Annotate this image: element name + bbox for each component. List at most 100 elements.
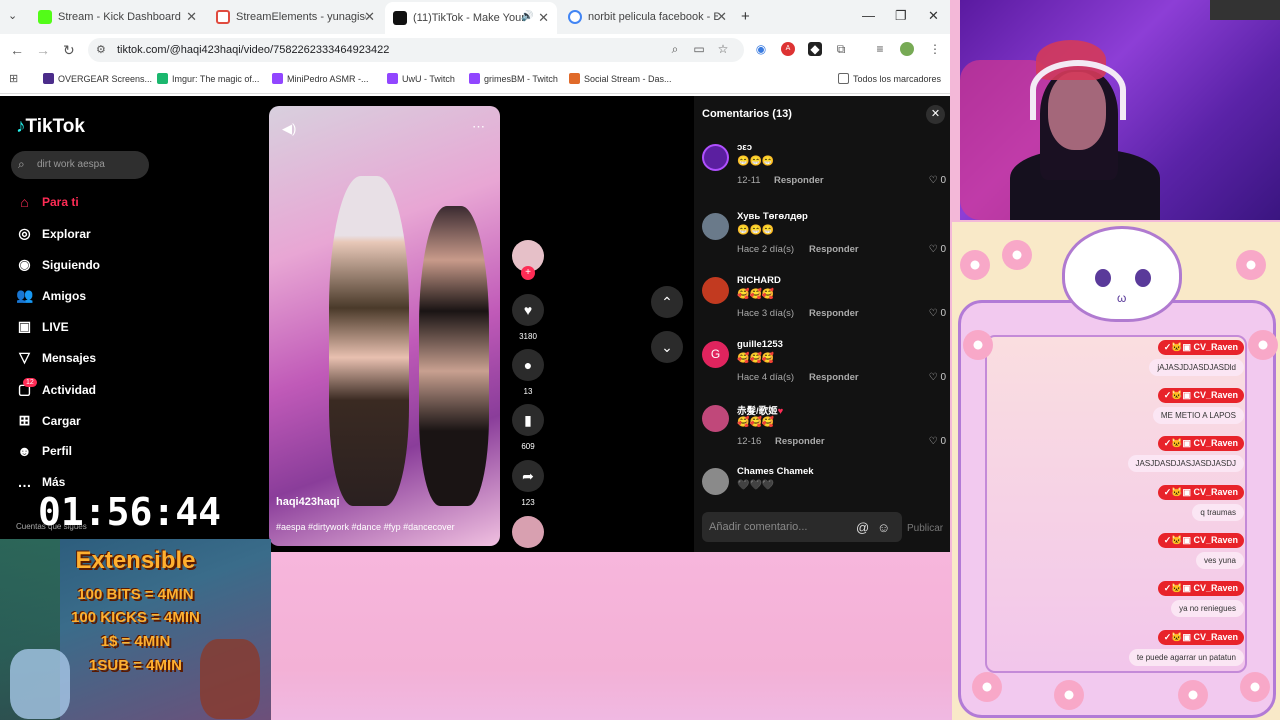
new-tab-button[interactable]: +	[741, 8, 750, 25]
nav-perfil[interactable]: ☻ Perfil	[16, 443, 72, 459]
video-player[interactable]	[269, 106, 500, 546]
upload-icon: ⊞	[18, 412, 31, 428]
close-window-button[interactable]: ✕	[928, 8, 939, 24]
chat-message: ✓🐱▣ CV_Raven ya no reniegues	[1157, 578, 1244, 617]
like-comment-button[interactable]: ♡ 0	[929, 372, 946, 383]
close-icon[interactable]: ✕	[926, 105, 945, 124]
avatar[interactable]	[702, 213, 729, 240]
search-placeholder: dirt work aespa	[37, 159, 105, 170]
nav-para-ti[interactable]: ⌂ Para ti	[16, 194, 78, 210]
extension-icon[interactable]: ◆	[808, 42, 822, 56]
video-more-icon[interactable]: ⋯	[472, 119, 485, 135]
sound-avatar[interactable]	[512, 516, 544, 548]
nav-siguiendo[interactable]: ◉ Siguiendo	[16, 256, 100, 273]
menu-icon[interactable]: ⋮	[928, 42, 942, 56]
flower-decoration	[1178, 680, 1208, 710]
comment-item: ɔεɔ 😁😁😁 12-11 Responder ♡ 0	[702, 142, 946, 204]
tab-tiktok[interactable]: (11)TikTok - Make Your Day 🔊 ✕	[385, 2, 557, 34]
tab-google[interactable]: norbit pelicula facebook - Busc ✕	[560, 4, 735, 30]
forward-icon[interactable]: →	[36, 42, 50, 58]
like-comment-button[interactable]: ♡ 0	[929, 244, 946, 255]
mention-icon[interactable]: @	[856, 520, 869, 535]
stream-timer: 01:56:44	[38, 490, 222, 534]
chat-message: ✓🐱▣ CV_Raven ME METIO A LAPOS	[1152, 385, 1244, 424]
chat-message: ✓🐱▣ CV_Raven q traumas	[1157, 482, 1244, 521]
site-info-icon[interactable]: ⚙	[96, 43, 106, 56]
reply-button[interactable]: Responder	[809, 244, 859, 255]
reload-icon[interactable]: ↻	[63, 42, 75, 59]
follow-icon: +	[521, 266, 535, 280]
avatar[interactable]	[900, 42, 914, 56]
flower-decoration	[1002, 240, 1032, 270]
reply-button[interactable]: Responder	[774, 175, 824, 186]
tab-kick[interactable]: Stream - Kick Dashboard ✕	[30, 4, 205, 30]
comment-button[interactable]: ● 13	[512, 349, 544, 396]
comment-icon: ●	[512, 349, 544, 381]
nav-explorar[interactable]: ◎ Explorar	[16, 225, 90, 242]
nav-mensajes[interactable]: ▽ Mensajes	[16, 349, 96, 366]
video-author[interactable]: haqi423haqi	[276, 496, 340, 508]
extension-audio-icon[interactable]: ◉	[754, 42, 768, 56]
like-button[interactable]: ♥ 3180	[512, 294, 544, 341]
headphones	[1030, 60, 1126, 120]
apps-icon[interactable]: ⊞	[9, 72, 18, 85]
like-comment-button[interactable]: ♡ 0	[929, 436, 946, 447]
bookmark[interactable]: OVERGEAR Screens...	[43, 73, 152, 84]
nav-amigos[interactable]: 👥 Amigos	[16, 287, 86, 304]
reply-button[interactable]: Responder	[809, 372, 859, 383]
media-icon[interactable]: ≡	[873, 42, 887, 56]
avatar[interactable]: G	[702, 341, 729, 368]
bookmark[interactable]: MiniPedro ASMR -...	[272, 73, 369, 84]
star-icon[interactable]: ☆	[716, 42, 730, 56]
close-icon[interactable]: ✕	[186, 9, 197, 25]
close-icon[interactable]: ✕	[538, 10, 549, 26]
close-icon[interactable]: ✕	[364, 9, 375, 25]
like-comment-button[interactable]: ♡ 0	[929, 308, 946, 319]
comment-item: Хувь Төгөлдөр 😁😁😁 Hace 2 día(s) Responde…	[702, 211, 946, 273]
nav-cargar[interactable]: ⊞ Cargar	[16, 412, 81, 429]
video-hashtags[interactable]: #aespa #dirtywork #dance #fyp #dancecove…	[276, 522, 455, 532]
url-text[interactable]: tiktok.com/@haqi423haqi/video/7582262333…	[117, 44, 389, 56]
publish-button[interactable]: Publicar	[907, 523, 943, 534]
zoom-icon[interactable]: ⌕	[668, 42, 682, 56]
emoji-icon[interactable]: ☺	[877, 520, 890, 535]
bookmark-icon: ▮	[512, 404, 544, 436]
avatar[interactable]	[702, 277, 729, 304]
all-bookmarks[interactable]: Todos los marcadores	[838, 73, 941, 84]
heart-icon: ♡	[928, 436, 938, 447]
chat-username: ✓🐱▣ CV_Raven	[1157, 340, 1244, 355]
nav-mas[interactable]: … Más	[16, 474, 66, 490]
home-icon: ⌂	[20, 194, 29, 210]
author-avatar-button[interactable]: +	[512, 240, 544, 280]
next-video-button[interactable]: ⌄	[651, 331, 683, 363]
bookmark[interactable]: UwU - Twitch	[387, 73, 455, 84]
like-comment-button[interactable]: ♡ 0	[929, 175, 946, 186]
avatar[interactable]	[702, 144, 729, 171]
chat-username: ✓🐱▣ CV_Raven	[1157, 388, 1244, 403]
reply-button[interactable]: Responder	[809, 308, 859, 319]
tab-search-icon[interactable]: ⌄	[8, 9, 17, 22]
tab-streamelements[interactable]: StreamElements - yunagiselle ✕	[208, 4, 383, 30]
minimize-button[interactable]: —	[862, 8, 875, 23]
close-icon[interactable]: ✕	[716, 9, 727, 25]
save-button[interactable]: ▮ 609	[512, 404, 544, 451]
bookmark[interactable]: Social Stream - Das...	[569, 73, 672, 84]
install-icon[interactable]: ▭	[692, 42, 706, 56]
puzzle-icon[interactable]: ⧉	[834, 42, 848, 56]
reply-button[interactable]: Responder	[775, 436, 825, 447]
speaker-icon[interactable]: 🔊	[521, 11, 533, 22]
previous-video-button[interactable]: ⌃	[651, 286, 683, 318]
avatar[interactable]	[702, 468, 729, 495]
avatar[interactable]	[702, 405, 729, 432]
bookmark[interactable]: grimesBM - Twitch	[469, 73, 558, 84]
chat-message: ✓🐱▣ CV_Raven jAJASJDJASDJASDld	[1149, 337, 1244, 376]
mute-icon[interactable]: ◀)	[282, 121, 296, 137]
back-icon[interactable]: ←	[10, 42, 24, 58]
nav-live[interactable]: ▣ LIVE	[16, 318, 69, 335]
restore-button[interactable]: ❐	[895, 8, 907, 24]
adblock-icon[interactable]: A	[781, 42, 795, 56]
bookmark[interactable]: Imgur: The magic of...	[157, 73, 259, 84]
tiktok-logo[interactable]: ♪TikTok	[16, 116, 85, 138]
share-button[interactable]: ➦ 123	[512, 460, 544, 507]
flower-decoration	[972, 672, 1002, 702]
